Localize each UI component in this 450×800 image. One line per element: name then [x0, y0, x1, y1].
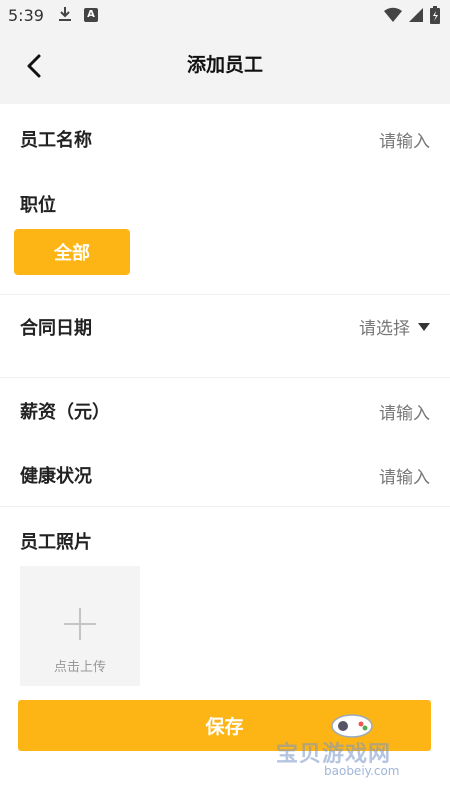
salary-input[interactable]: 请输入 [379, 399, 430, 424]
battery-icon [430, 6, 440, 28]
employee-name-label: 员工名称 [20, 130, 92, 151]
signal-icon [408, 7, 424, 27]
status-time: 5:39 [8, 6, 44, 25]
position-chip-all[interactable]: 全部 [14, 229, 130, 275]
photo-upload-box[interactable]: 点击上传 [20, 566, 140, 686]
plus-icon [64, 608, 96, 640]
contract-date-label: 合同日期 [20, 318, 92, 339]
divider [0, 506, 450, 507]
photo-label: 员工照片 [20, 532, 92, 553]
divider [0, 377, 450, 378]
dropdown-triangle-icon [418, 322, 430, 331]
wifi-icon [384, 7, 402, 27]
divider [0, 294, 450, 295]
nav-bar: 添加员工 [0, 32, 450, 104]
gamepad-icon [331, 709, 373, 738]
health-label: 健康状况 [20, 466, 92, 487]
upload-label: 点击上传 [53, 660, 106, 675]
contract-date-select[interactable]: 请选择 [359, 314, 430, 339]
employee-name-input[interactable]: 请输入 [379, 127, 430, 152]
notification-app-icon: A [84, 8, 98, 22]
health-input[interactable]: 请输入 [379, 463, 430, 488]
status-bar: 5:39 A [0, 0, 450, 32]
watermark: 宝贝游戏网 baobeiy.com [276, 706, 426, 786]
status-icons [384, 6, 440, 28]
page-title: 添加员工 [186, 54, 263, 76]
download-icon [58, 6, 72, 26]
salary-label: 薪资（元） [20, 402, 110, 423]
watermark-url: baobeiy.com [324, 764, 400, 778]
position-label: 职位 [20, 195, 56, 216]
contract-date-placeholder: 请选择 [359, 319, 410, 339]
